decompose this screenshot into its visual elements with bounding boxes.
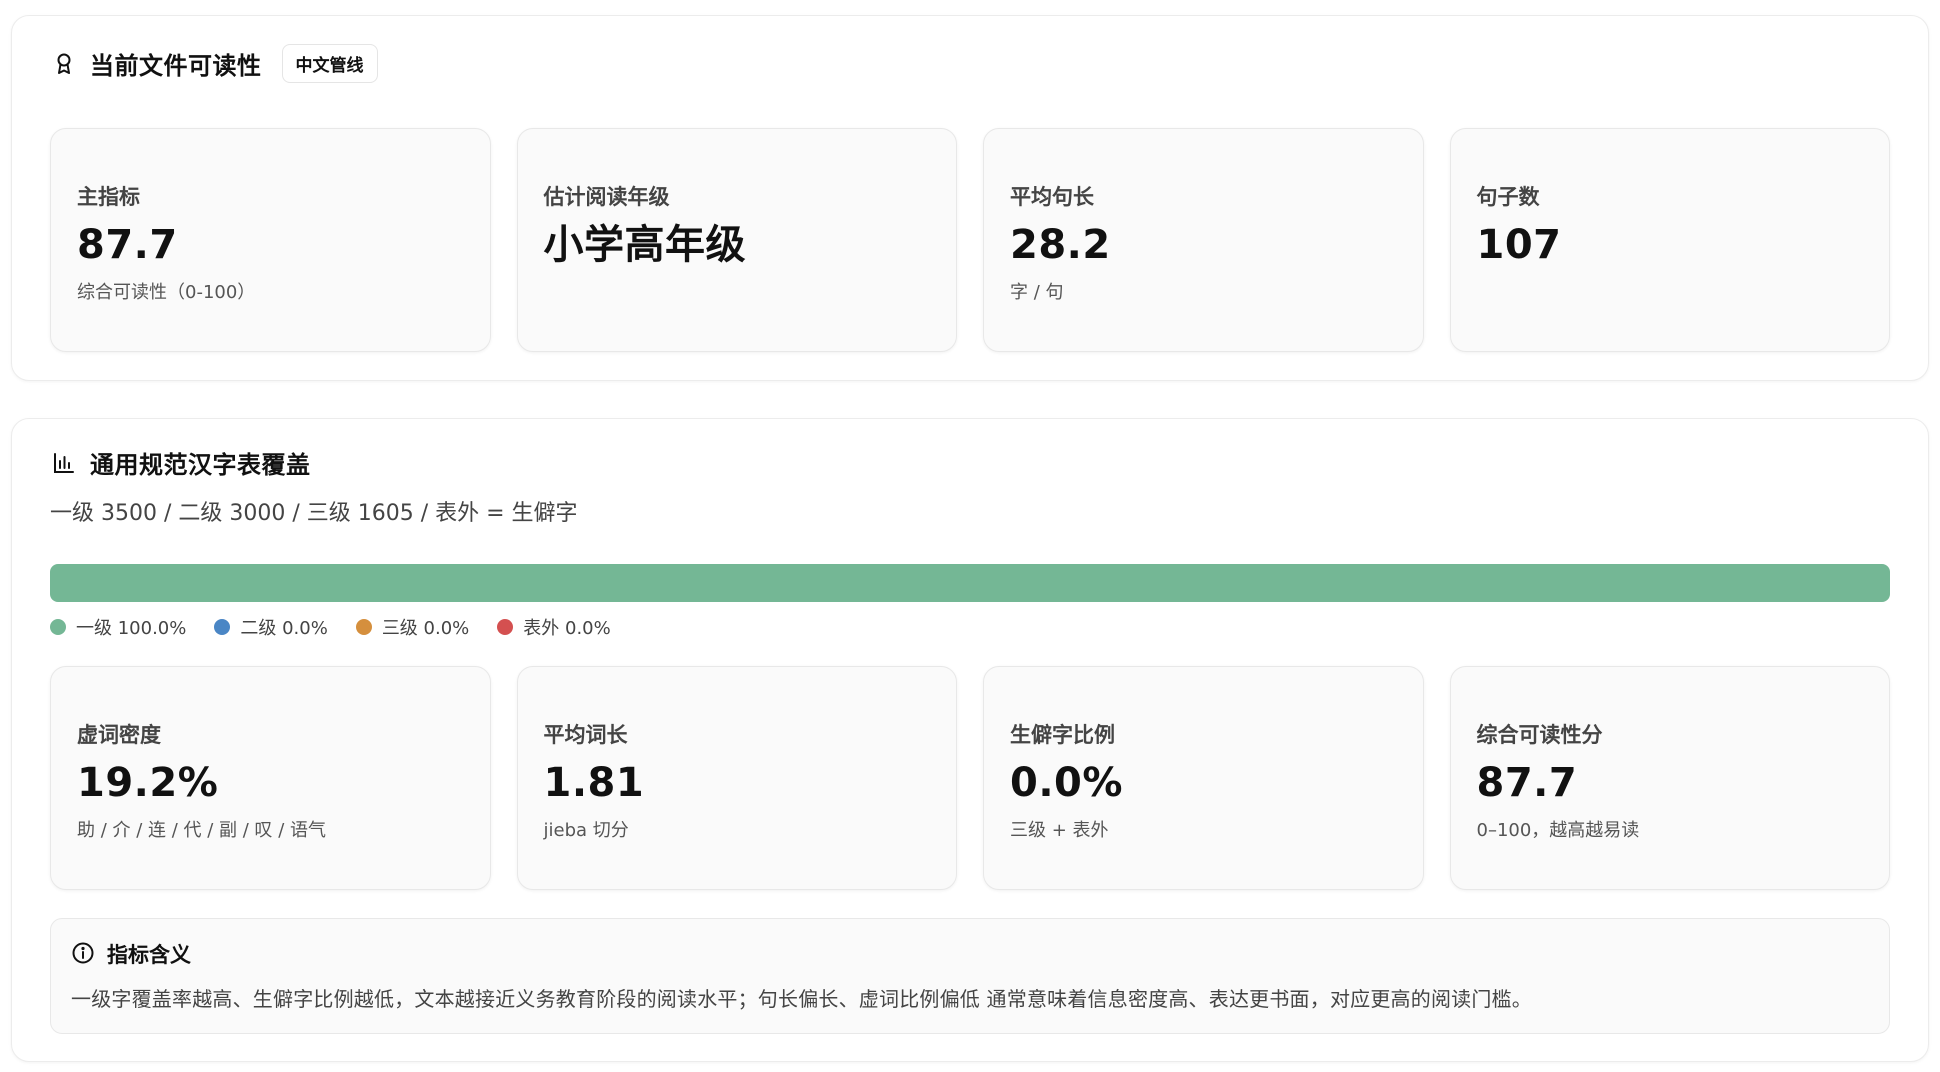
coverage-bar-segment-0 — [50, 564, 1890, 602]
metric-sub: 三级 + 表外 — [1010, 820, 1109, 841]
legend-label: 二级 0.0% — [240, 618, 328, 639]
coverage-cards: 虚词密度 19.2% 助 / 介 / 连 / 代 / 副 / 叹 / 语气 平均… — [50, 666, 1890, 890]
legend-label: 表外 0.0% — [523, 618, 611, 639]
legend-dot — [214, 619, 231, 635]
legend-item-level2: 二级 0.0% — [214, 614, 328, 640]
metric-card-sentence-length: 平均句长 28.2 字 / 句 — [983, 128, 1424, 352]
metric-label: 平均句长 — [1010, 185, 1094, 209]
metric-label: 句子数 — [1476, 185, 1540, 209]
readability-cards: 主指标 87.7 综合可读性（0-100） 估计阅读年级 小学高年级 平均句长 … — [50, 128, 1890, 352]
coverage-legend: 一级 100.0% 二级 0.0% 三级 0.0% 表外 0.0% — [50, 614, 639, 640]
legend-label: 一级 100.0% — [76, 618, 187, 639]
metric-value: 28.2 — [1010, 222, 1111, 268]
metric-card-rare-chars: 生僻字比例 0.0% 三级 + 表外 — [983, 666, 1424, 890]
legend-dot — [497, 619, 514, 635]
note-text: 一级字覆盖率越高、生僻字比例越低，文本越接近义务教育阶段的阅读水平；句长偏长、虚… — [71, 987, 1532, 1011]
metric-sub: 综合可读性（0-100） — [77, 282, 256, 303]
legend-item-level1: 一级 100.0% — [50, 614, 186, 640]
metric-value: 小学高年级 — [543, 222, 746, 268]
info-circle-icon — [71, 941, 97, 967]
metric-value: 87.7 — [77, 222, 178, 268]
legend-dot — [355, 619, 372, 635]
metric-value: 0.0% — [1010, 760, 1123, 806]
coverage-stacked-bar — [50, 564, 1890, 602]
pipeline-tag: 中文管线 — [281, 44, 378, 83]
award-ribbon-icon — [50, 50, 78, 78]
readability-title: 当前文件可读性 — [90, 52, 262, 80]
metric-value: 1.81 — [543, 760, 645, 806]
coverage-panel: 通用规范汉字表覆盖 一级 3500 / 二级 3000 / 三级 1605 / … — [11, 418, 1929, 1062]
metric-sub: 助 / 介 / 连 / 代 / 副 / 叹 / 语气 — [77, 820, 327, 841]
legend-item-outside: 表外 0.0% — [497, 614, 611, 640]
metric-explanation-note: 指标含义 一级字覆盖率越高、生僻字比例越低，文本越接近义务教育阶段的阅读水平；句… — [50, 918, 1890, 1034]
metric-card-grade: 估计阅读年级 小学高年级 — [516, 128, 957, 352]
legend-item-level3: 三级 0.0% — [355, 614, 470, 640]
readability-panel: 当前文件可读性 中文管线 主指标 87.7 综合可读性（0-100） 估计阅读年… — [11, 15, 1929, 381]
coverage-header: 通用规范汉字表覆盖 — [50, 445, 311, 480]
bar-chart-icon — [50, 449, 78, 477]
metric-sub: 0–100，越高越易读 — [1476, 820, 1640, 841]
metric-card-primary: 主指标 87.7 综合可读性（0-100） — [50, 128, 491, 352]
metric-value: 19.2% — [77, 760, 219, 806]
metric-label: 主指标 — [77, 185, 140, 209]
metric-sub: 字 / 句 — [1010, 282, 1064, 303]
coverage-description: 一级 3500 / 二级 3000 / 三级 1605 / 表外 = 生僻字 — [50, 501, 578, 526]
metric-value: 87.7 — [1476, 760, 1578, 806]
readability-header: 当前文件可读性 中文管线 — [50, 44, 378, 83]
metric-card-readability-score: 综合可读性分 87.7 0–100，越高越易读 — [1449, 666, 1890, 890]
metric-card-function-words: 虚词密度 19.2% 助 / 介 / 连 / 代 / 副 / 叹 / 语气 — [50, 666, 491, 890]
legend-dot — [50, 619, 66, 635]
coverage-title: 通用规范汉字表覆盖 — [90, 451, 311, 479]
metric-label: 虚词密度 — [77, 723, 161, 747]
metric-card-sentence-count: 句子数 107 — [1449, 128, 1890, 352]
metric-value: 107 — [1476, 222, 1562, 268]
metric-card-word-length: 平均词长 1.81 jieba 切分 — [516, 666, 957, 890]
metric-label: 平均词长 — [543, 723, 628, 747]
note-title: 指标含义 — [107, 943, 191, 967]
metric-label: 估计阅读年级 — [543, 185, 670, 209]
metric-sub: jieba 切分 — [543, 820, 629, 841]
metric-label: 生僻字比例 — [1010, 723, 1115, 747]
note-header: 指标含义 — [71, 939, 1869, 969]
legend-label: 三级 0.0% — [381, 618, 470, 639]
metric-label: 综合可读性分 — [1476, 723, 1603, 747]
